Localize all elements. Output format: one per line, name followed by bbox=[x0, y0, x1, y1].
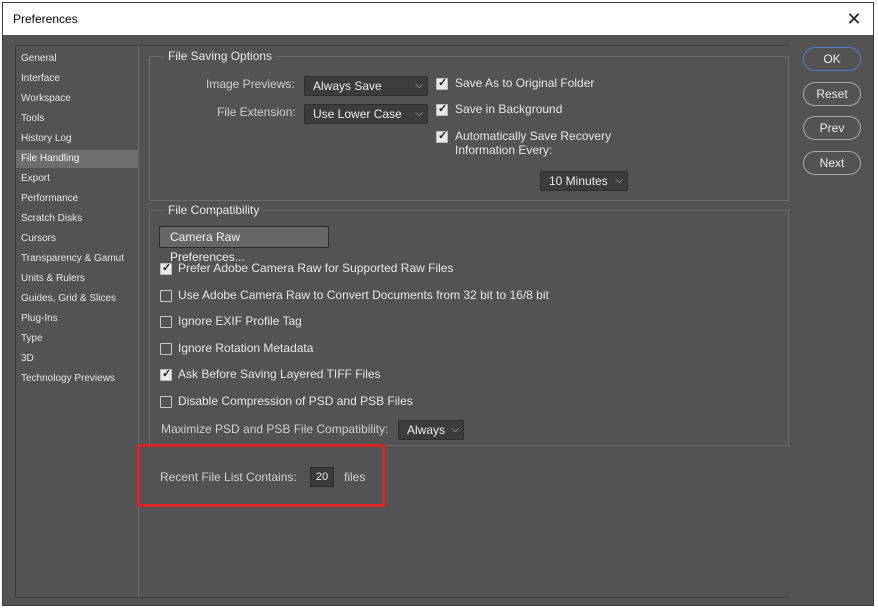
title-bar: Preferences ✕ bbox=[3, 3, 873, 35]
save-background-checkbox[interactable]: ✓ bbox=[436, 103, 448, 116]
sidebar-item-tools[interactable]: Tools bbox=[16, 110, 138, 128]
disable-compression-label: Disable Compression of PSD and PSB Files bbox=[178, 394, 413, 408]
ok-button[interactable]: OK bbox=[803, 47, 861, 71]
file-compatibility-title: File Compatibility bbox=[164, 203, 264, 217]
ask-layered-tiff-checkbox[interactable]: ✓ bbox=[160, 368, 172, 381]
sidebar-item-guides-grid-slices[interactable]: Guides, Grid & Slices bbox=[16, 290, 138, 308]
ignore-rotation-label: Ignore Rotation Metadata bbox=[178, 341, 314, 355]
sidebar-item-cursors[interactable]: Cursors bbox=[16, 230, 138, 248]
ignore-rotation-checkbox[interactable] bbox=[160, 343, 172, 355]
sidebar-item-performance[interactable]: Performance bbox=[16, 190, 138, 208]
ignore-exif-label: Ignore EXIF Profile Tag bbox=[178, 314, 302, 328]
reset-button[interactable]: Reset bbox=[803, 82, 861, 106]
maximize-compat-label: Maximize PSD and PSB File Compatibility: bbox=[161, 422, 389, 436]
sidebar-item-technology-previews[interactable]: Technology Previews bbox=[16, 370, 138, 388]
auto-recovery-label-line1: Automatically Save Recovery bbox=[455, 129, 612, 143]
save-original-folder-checkbox[interactable]: ✓ bbox=[436, 77, 448, 90]
sidebar-item-history-log[interactable]: History Log bbox=[16, 130, 138, 148]
sidebar-item-3d[interactable]: 3D bbox=[16, 350, 138, 368]
sidebar-item-interface[interactable]: Interface bbox=[16, 70, 138, 88]
prev-button[interactable]: Prev bbox=[803, 116, 861, 140]
sidebar-item-transparency-gamut[interactable]: Transparency & Gamut bbox=[16, 250, 138, 268]
checkmark-icon: ✓ bbox=[162, 262, 172, 274]
ignore-exif-checkbox[interactable] bbox=[160, 316, 172, 328]
next-button[interactable]: Next bbox=[803, 151, 861, 175]
file-extension-select[interactable]: Use Lower Case ⌵ bbox=[304, 104, 428, 124]
file-saving-options-group: File Saving Options Image Previews: Alwa… bbox=[149, 49, 789, 201]
sidebar-item-scratch-disks[interactable]: Scratch Disks bbox=[16, 210, 138, 228]
checkmark-icon: ✓ bbox=[438, 103, 448, 115]
disable-compression-checkbox[interactable] bbox=[160, 396, 172, 408]
auto-recovery-label-line2: Information Every: bbox=[455, 143, 553, 157]
auto-recovery-checkbox[interactable]: ✓ bbox=[436, 130, 448, 143]
sidebar-item-plug-ins[interactable]: Plug-Ins bbox=[16, 310, 138, 328]
convert-32bit-checkbox[interactable] bbox=[160, 290, 172, 302]
file-extension-value: Use Lower Case bbox=[313, 107, 402, 121]
window-title: Preferences bbox=[13, 12, 78, 26]
checkmark-icon: ✓ bbox=[438, 77, 448, 89]
maximize-compat-select[interactable]: Always ⌵ bbox=[398, 420, 464, 440]
image-previews-select[interactable]: Always Save ⌵ bbox=[304, 76, 428, 96]
dialog-content: General Interface Workspace Tools Histor… bbox=[3, 35, 873, 605]
sidebar-item-file-handling[interactable]: File Handling bbox=[16, 150, 138, 168]
ask-layered-tiff-label: Ask Before Saving Layered TIFF Files bbox=[178, 367, 381, 381]
save-background-label: Save in Background bbox=[455, 102, 563, 116]
sidebar-item-general[interactable]: General bbox=[16, 50, 138, 68]
close-icon[interactable]: ✕ bbox=[843, 8, 865, 30]
file-compatibility-group: File Compatibility Camera Raw Preference… bbox=[149, 203, 789, 446]
chevron-down-icon: ⌵ bbox=[415, 108, 423, 119]
chevron-down-icon: ⌵ bbox=[615, 175, 623, 186]
prefer-camera-raw-checkbox[interactable]: ✓ bbox=[160, 262, 172, 275]
chevron-down-icon: ⌵ bbox=[415, 80, 423, 91]
file-extension-label: File Extension: bbox=[217, 105, 296, 119]
convert-32bit-label: Use Adobe Camera Raw to Convert Document… bbox=[178, 288, 549, 302]
chevron-down-icon: ⌵ bbox=[451, 424, 459, 435]
sidebar-item-workspace[interactable]: Workspace bbox=[16, 90, 138, 108]
maximize-compat-value: Always bbox=[407, 423, 446, 437]
file-saving-options-title: File Saving Options bbox=[164, 49, 277, 63]
save-original-folder-label: Save As to Original Folder bbox=[455, 76, 595, 90]
image-previews-value: Always Save bbox=[313, 79, 382, 93]
main-panel: File Saving Options Image Previews: Alwa… bbox=[139, 45, 789, 598]
sidebar-item-export[interactable]: Export bbox=[16, 170, 138, 188]
image-previews-label: Image Previews: bbox=[206, 77, 295, 91]
sidebar: General Interface Workspace Tools Histor… bbox=[15, 45, 139, 598]
auto-recovery-interval-select[interactable]: 10 Minutes ⌵ bbox=[540, 171, 628, 191]
prefer-camera-raw-label: Prefer Adobe Camera Raw for Supported Ra… bbox=[178, 261, 454, 275]
sidebar-item-type[interactable]: Type bbox=[16, 330, 138, 348]
preferences-window: Preferences ✕ General Interface Workspac… bbox=[2, 2, 874, 606]
auto-recovery-interval-value: 10 Minutes bbox=[549, 174, 608, 188]
sidebar-item-units-rulers[interactable]: Units & Rulers bbox=[16, 270, 138, 288]
camera-raw-preferences-button[interactable]: Camera Raw Preferences... bbox=[159, 226, 329, 264]
annotation-highlight-box bbox=[137, 444, 385, 507]
checkmark-icon: ✓ bbox=[438, 130, 448, 142]
checkmark-icon: ✓ bbox=[162, 368, 172, 380]
